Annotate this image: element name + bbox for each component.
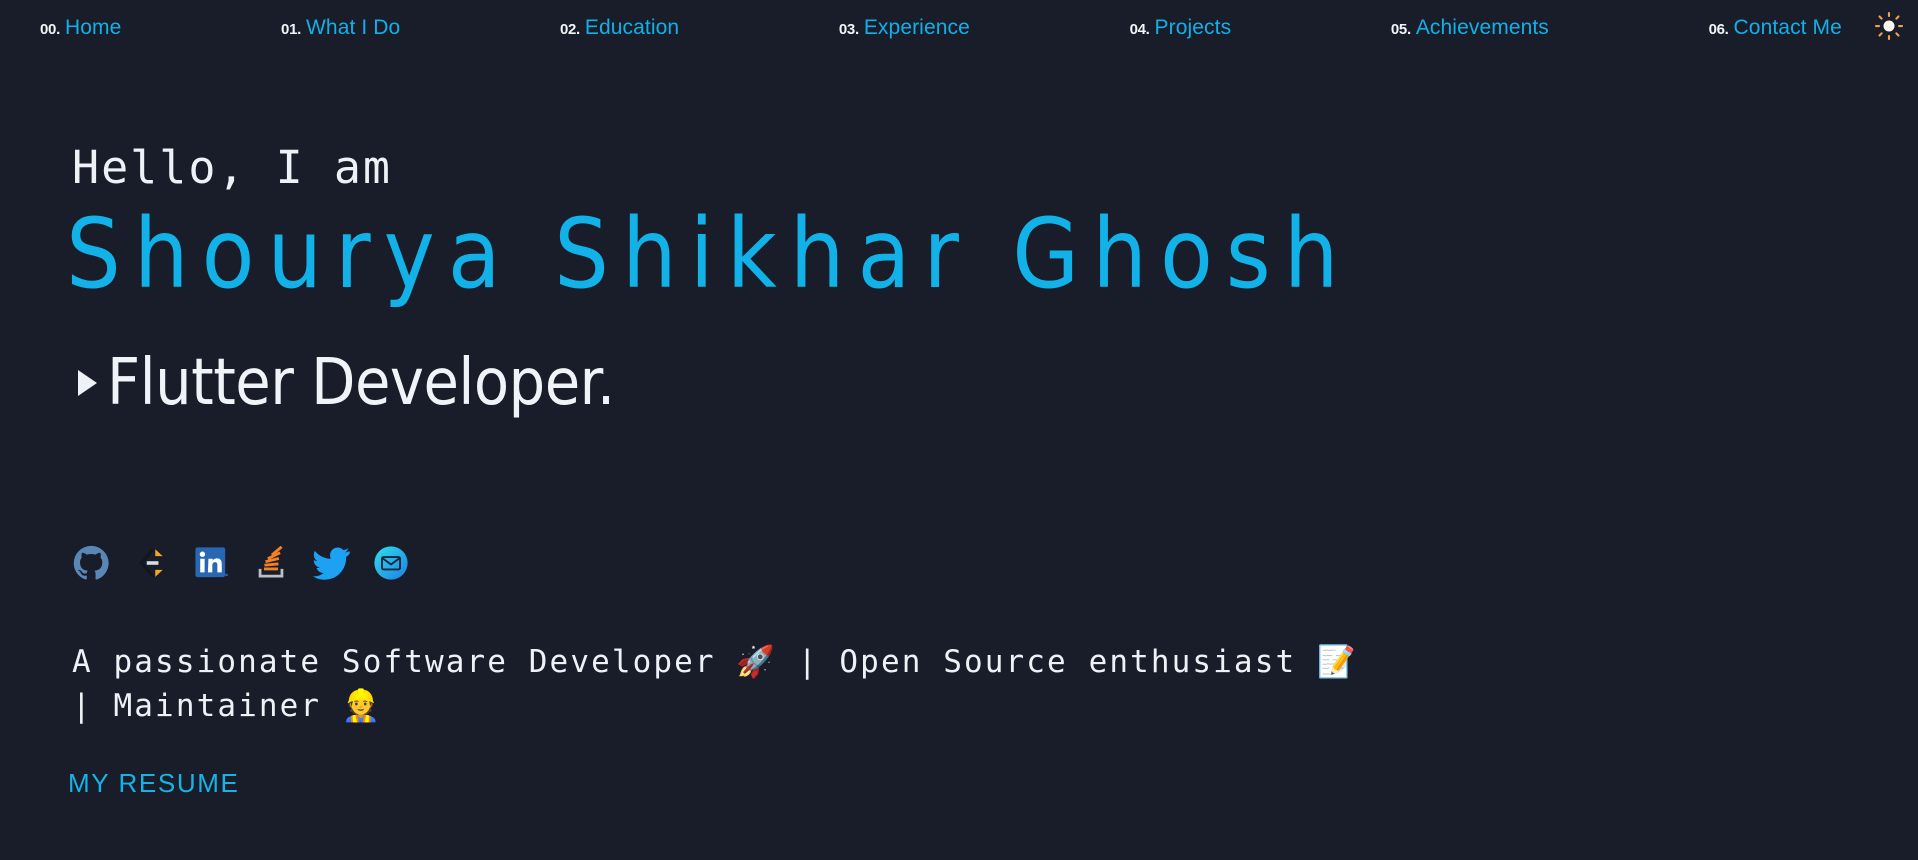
nav-item-what-i-do[interactable]: 01. What I Do xyxy=(281,16,400,40)
codeforces-icon[interactable] xyxy=(132,544,170,582)
navbar: 00. Home 01. What I Do 02. Education 03.… xyxy=(0,0,1918,56)
nav-item-number: 06. xyxy=(1708,21,1729,38)
nav-item-number: 03. xyxy=(838,21,859,38)
hero-description: A passionate Software Developer 🚀 | Open… xyxy=(72,640,1872,728)
nav-item-number: 05. xyxy=(1390,21,1411,38)
github-icon[interactable] xyxy=(72,544,110,582)
nav-items: 00. Home 01. What I Do 02. Education 03.… xyxy=(0,16,1860,40)
nav-item-label: Projects xyxy=(1154,16,1232,39)
hero-role: Flutter Developer. xyxy=(78,346,615,420)
nav-item-label: Education xyxy=(584,16,680,39)
hero-description-line-1: A passionate Software Developer 🚀 | Open… xyxy=(72,644,1358,680)
nav-item-label: Home xyxy=(64,16,122,39)
nav-item-contact-me[interactable]: 06. Contact Me xyxy=(1709,16,1842,40)
theme-toggle-button[interactable] xyxy=(1860,0,1918,56)
hero-name: Shourya Shikhar Ghosh xyxy=(66,198,1352,310)
nav-item-number: 02. xyxy=(559,21,580,38)
nav-item-label: What I Do xyxy=(306,16,401,39)
nav-item-label: Achievements xyxy=(1415,16,1549,39)
linkedin-icon[interactable] xyxy=(192,544,230,582)
nav-item-number: 04. xyxy=(1129,21,1150,38)
nav-item-label: Experience xyxy=(863,16,970,39)
hero-greeting: Hello, I am xyxy=(72,141,393,194)
play-triangle-icon xyxy=(78,370,97,396)
nav-item-experience[interactable]: 03. Experience xyxy=(839,16,970,40)
social-links xyxy=(72,544,410,582)
nav-item-number: 00. xyxy=(40,21,60,38)
nav-item-education[interactable]: 02. Education xyxy=(560,16,679,40)
nav-item-number: 01. xyxy=(281,21,301,38)
nav-item-home[interactable]: 00. Home xyxy=(40,16,121,40)
sun-icon xyxy=(1874,11,1904,46)
stackoverflow-icon[interactable] xyxy=(252,544,290,582)
my-resume-link[interactable]: MY RESUME xyxy=(68,768,239,799)
hero-role-text: Flutter Developer. xyxy=(107,346,615,420)
nav-item-label: Contact Me xyxy=(1733,16,1842,39)
email-icon[interactable] xyxy=(372,544,410,582)
hero-description-line-2: | Maintainer 👷 xyxy=(72,688,383,725)
twitter-icon[interactable] xyxy=(312,544,350,582)
nav-item-projects[interactable]: 04. Projects xyxy=(1130,16,1232,40)
nav-item-achievements[interactable]: 05. Achievements xyxy=(1391,16,1549,40)
